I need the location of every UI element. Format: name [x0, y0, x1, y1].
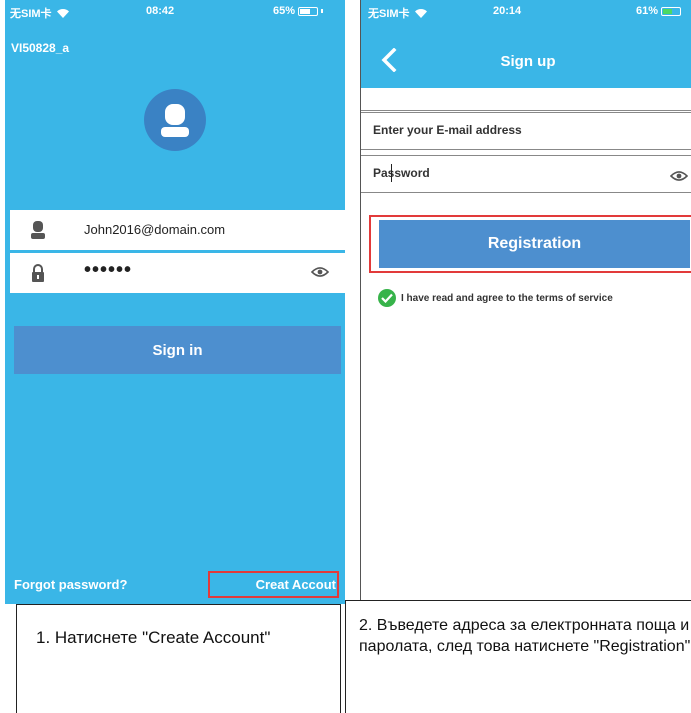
eye-icon[interactable] [670, 169, 688, 183]
avatar-icon [144, 89, 206, 151]
caption-text: 2. Въведете адреса за електронната поща … [359, 617, 691, 655]
status-bar: 无SIM卡 20:14 61% [361, 0, 691, 22]
signup-screen: 无SIM卡 20:14 61% Sign up Enter your E-mai… [360, 0, 691, 600]
status-time: 20:14 [493, 5, 522, 17]
eye-icon[interactable] [311, 265, 329, 279]
terms-text: I have read and agree to the terms of se… [401, 292, 613, 304]
status-time: 08:42 [146, 5, 175, 17]
caption-step-1: 1. Натиснете "Create Account" [16, 604, 341, 713]
signup-header: 无SIM卡 20:14 61% Sign up [361, 0, 691, 88]
status-bar: 无SIM卡 08:42 65% [5, 0, 345, 22]
caption-text: 1. Натиснете "Create Account" [36, 628, 271, 647]
checkmark-icon[interactable] [378, 289, 396, 307]
user-icon [31, 221, 45, 239]
sign-in-button[interactable]: Sign in [14, 326, 341, 374]
text-cursor [391, 164, 392, 182]
password-field[interactable]: Password [361, 155, 691, 193]
password-placeholder: Password [373, 166, 430, 180]
registration-button[interactable]: Registration [379, 220, 690, 268]
email-field[interactable]: John2016@domain.com [10, 210, 345, 250]
email-value: John2016@domain.com [84, 222, 226, 237]
caption-step-2: 2. Въведете адреса за електронната поща … [345, 600, 691, 713]
carrier-label: 无SIM卡 [368, 5, 427, 21]
password-value: •••••• [84, 259, 133, 281]
terms-agreement[interactable]: I have read and agree to the terms of se… [378, 289, 613, 307]
device-name: VI50828_a [11, 41, 70, 55]
page-title: Sign up [500, 53, 556, 70]
wifi-icon [414, 9, 427, 18]
password-field[interactable]: •••••• [10, 253, 345, 293]
wifi-icon [56, 9, 69, 18]
spacer-row [361, 89, 691, 111]
carrier-label: 无SIM卡 [10, 5, 69, 21]
login-screen: 无SIM卡 08:42 65% VI50828_a John2016@domai… [5, 0, 345, 604]
create-account-link[interactable]: Creat Accout [208, 571, 339, 598]
battery-icon [298, 6, 319, 16]
email-placeholder: Enter your E-mail address [373, 123, 522, 137]
battery-indicator: 61% [636, 5, 682, 17]
email-field[interactable]: Enter your E-mail address [361, 112, 691, 150]
forgot-password-link[interactable]: Forgot password? [14, 577, 127, 592]
lock-icon [32, 264, 44, 282]
battery-indicator: 65% [273, 5, 324, 17]
battery-icon [661, 6, 682, 16]
